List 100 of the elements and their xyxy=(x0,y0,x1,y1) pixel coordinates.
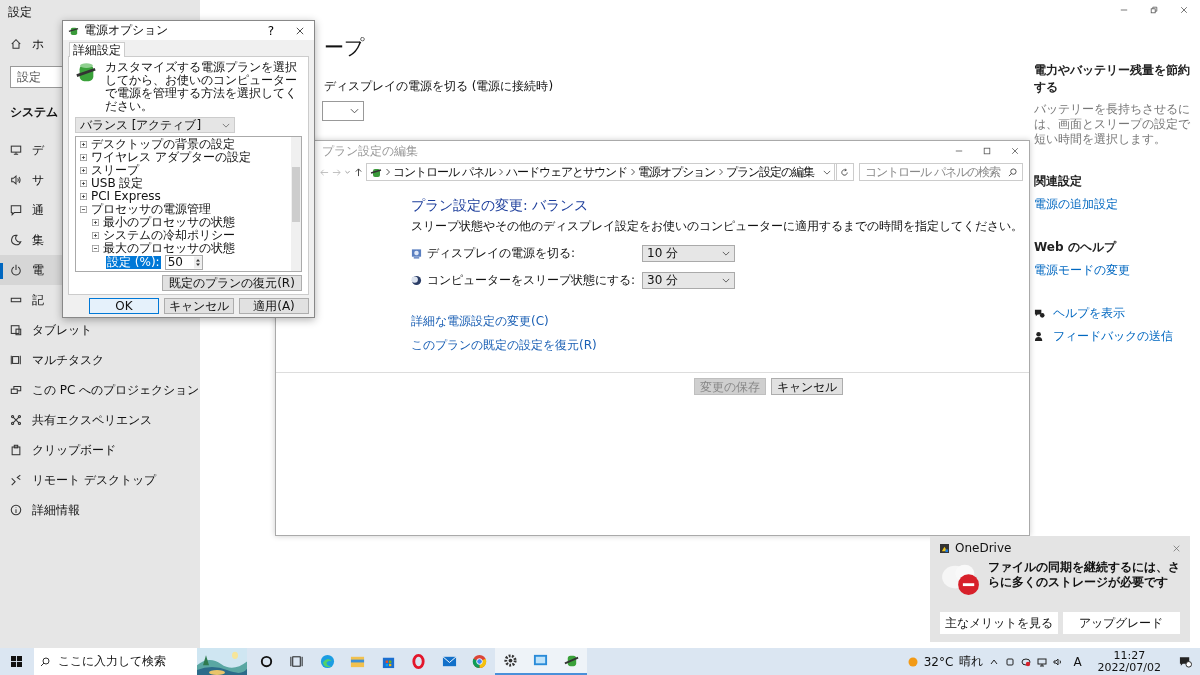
tree-item[interactable]: デスクトップの背景の設定 xyxy=(91,138,235,151)
toast-button[interactable]: 主なメリットを見る xyxy=(940,612,1058,634)
shared-icon xyxy=(10,414,22,426)
nav-item[interactable]: クリップボード xyxy=(32,443,116,457)
maximize-icon[interactable] xyxy=(983,147,991,155)
search-field[interactable]: ここに入力して検索 xyxy=(34,648,247,675)
section-heading: 関連設定 xyxy=(1034,173,1083,190)
tree-item[interactable]: システムの冷却ポリシー xyxy=(103,229,235,242)
gear-icon xyxy=(502,653,518,668)
person-icon xyxy=(1034,331,1045,342)
breadcrumb-item[interactable]: プラン設定の編集 xyxy=(725,163,814,181)
nav-item[interactable]: ホ xyxy=(32,37,44,51)
dropdown[interactable] xyxy=(322,101,364,121)
tree-item[interactable]: プロセッサの電源管理 xyxy=(91,203,211,216)
expander-icon[interactable] xyxy=(80,180,87,187)
dropdown[interactable]: 10 分 xyxy=(642,244,735,262)
dropdown[interactable]: 30 分 xyxy=(642,271,735,289)
expander-icon[interactable] xyxy=(92,219,99,226)
expander-icon[interactable] xyxy=(92,245,99,252)
dialog-button[interactable]: OK xyxy=(89,298,159,314)
breadcrumb-item[interactable]: コントロール パネル xyxy=(393,163,495,181)
sun-icon xyxy=(907,656,918,667)
up-arrow-icon[interactable] xyxy=(354,167,363,177)
cortana-icon xyxy=(258,654,274,669)
address-bar[interactable]: コントロール パネル ハードウェアとサウンド 電源オプション プラン設定の編集 xyxy=(366,163,837,181)
nav-item[interactable]: この PC へのプロジェクション xyxy=(32,383,200,397)
input-method-indicator[interactable]: A xyxy=(1073,654,1082,669)
tree-item[interactable]: USB 設定 xyxy=(91,177,144,190)
nav-item[interactable]: 記 xyxy=(32,293,44,307)
tree-item[interactable]: 最小のプロセッサの状態 xyxy=(103,216,235,229)
section-heading: システム xyxy=(10,104,58,121)
chevron-icon[interactable] xyxy=(823,169,831,175)
link[interactable]: このプランの既定の設定を復元(R) xyxy=(411,337,597,354)
link[interactable]: ヘルプを表示 xyxy=(1053,305,1125,322)
search-field[interactable]: コントロール パネルの検索 xyxy=(859,163,1023,181)
toast-button[interactable]: アップグレード xyxy=(1062,612,1180,634)
nav-item[interactable]: 電 xyxy=(32,263,44,277)
breadcrumb-item[interactable]: ハードウェアとサウンド xyxy=(505,163,627,181)
windows-logo-icon[interactable] xyxy=(11,656,22,667)
tree-item[interactable]: PCI Express xyxy=(91,190,161,203)
plan-dropdown[interactable]: バランス [アクティブ] xyxy=(75,117,235,133)
nav-item[interactable]: 集 xyxy=(32,233,44,247)
refresh-button[interactable] xyxy=(834,163,854,181)
instructions: カスタマイズする電源プランを選択してから、お使いのコンピューターで電源を管理する方法を選択してください。 xyxy=(105,61,298,113)
link[interactable]: 電源モードの変更 xyxy=(1034,262,1200,279)
project-icon xyxy=(10,384,22,396)
app-name: OneDrive xyxy=(955,541,1013,555)
window-title: プラン設定の編集 xyxy=(322,142,418,160)
scrollbar[interactable] xyxy=(291,137,301,271)
taskbar-app[interactable] xyxy=(495,648,526,675)
temperature: 32°C xyxy=(923,654,954,669)
help-button[interactable]: ? xyxy=(263,23,278,38)
expander-icon[interactable] xyxy=(80,167,87,174)
restore-button[interactable]: 既定のプランの復元(R) xyxy=(162,275,302,291)
notification-message: ファイルの同期を継続するには、さらに多くのストレージが必要です xyxy=(988,560,1180,591)
link[interactable]: 詳細な電源設定の変更(C) xyxy=(411,313,549,330)
tree-item[interactable]: 最大のプロセッサの状態 xyxy=(103,242,235,255)
description: スリープ状態やその他のディスプレイ設定をお使いのコンピューターに適用するまでの時間を指定してください。 xyxy=(411,218,1024,235)
clock-time[interactable]: 11:27 xyxy=(1113,649,1146,662)
nav-item[interactable]: リモート デスクトップ xyxy=(32,473,156,487)
tree-item[interactable]: スリープ xyxy=(91,164,139,177)
nav-item[interactable]: デ xyxy=(32,143,44,157)
window-title: 電源オプション xyxy=(84,22,169,39)
notification-icon[interactable] xyxy=(1179,655,1192,668)
cancel-button[interactable]: キャンセル xyxy=(771,378,843,395)
nav-item[interactable]: 共有エクスペリエンス xyxy=(32,413,152,427)
close-icon[interactable] xyxy=(296,26,304,35)
close-icon[interactable] xyxy=(1011,147,1019,155)
expander-icon[interactable] xyxy=(80,193,87,200)
setting-label: ディスプレイの電源を切る: xyxy=(427,244,577,262)
nav-item[interactable]: サ xyxy=(32,173,44,187)
notify-icon xyxy=(10,204,22,216)
chevron-icon xyxy=(722,250,730,256)
close-icon[interactable] xyxy=(1180,6,1188,14)
expander-icon[interactable] xyxy=(80,206,87,213)
tree-item[interactable]: ワイヤレス アダプターの設定 xyxy=(91,151,251,164)
nav-item[interactable]: マルチタスク xyxy=(32,353,104,367)
nav-item[interactable]: 通 xyxy=(32,203,44,217)
clock-date[interactable]: 2022/07/02 xyxy=(1097,661,1161,674)
expander-icon[interactable] xyxy=(80,154,87,161)
taskbar-app[interactable] xyxy=(556,648,587,675)
link[interactable]: フィードバックの送信 xyxy=(1053,328,1173,345)
speaker-icon[interactable] xyxy=(1053,656,1064,667)
cloud-error-icon[interactable] xyxy=(1021,656,1032,667)
expander-icon[interactable] xyxy=(80,141,87,148)
monitor-icon xyxy=(411,247,422,259)
nav-item[interactable]: タブレット xyxy=(32,323,92,337)
dialog-button[interactable]: 適用(A) xyxy=(239,298,309,314)
expander-icon[interactable] xyxy=(92,232,99,239)
tab[interactable]: 詳細設定 xyxy=(69,42,125,57)
nav-item[interactable]: 詳細情報 xyxy=(32,503,80,517)
setting-label: コンピューターをスリープ状態にする: xyxy=(427,271,637,289)
tablet-icon xyxy=(10,324,22,336)
breadcrumb-item[interactable]: 電源オプション xyxy=(637,163,715,181)
dialog-button[interactable]: キャンセル xyxy=(164,298,234,314)
description: バッテリーを長持ちさせるには、画面とスリープの設定で短い時間を選択します。 xyxy=(1034,102,1191,147)
link[interactable]: 電源の追加設定 xyxy=(1034,196,1200,213)
restore-icon[interactable] xyxy=(1150,6,1158,14)
section-heading: Web のヘルプ xyxy=(1034,239,1118,256)
multitask-icon xyxy=(10,354,22,366)
